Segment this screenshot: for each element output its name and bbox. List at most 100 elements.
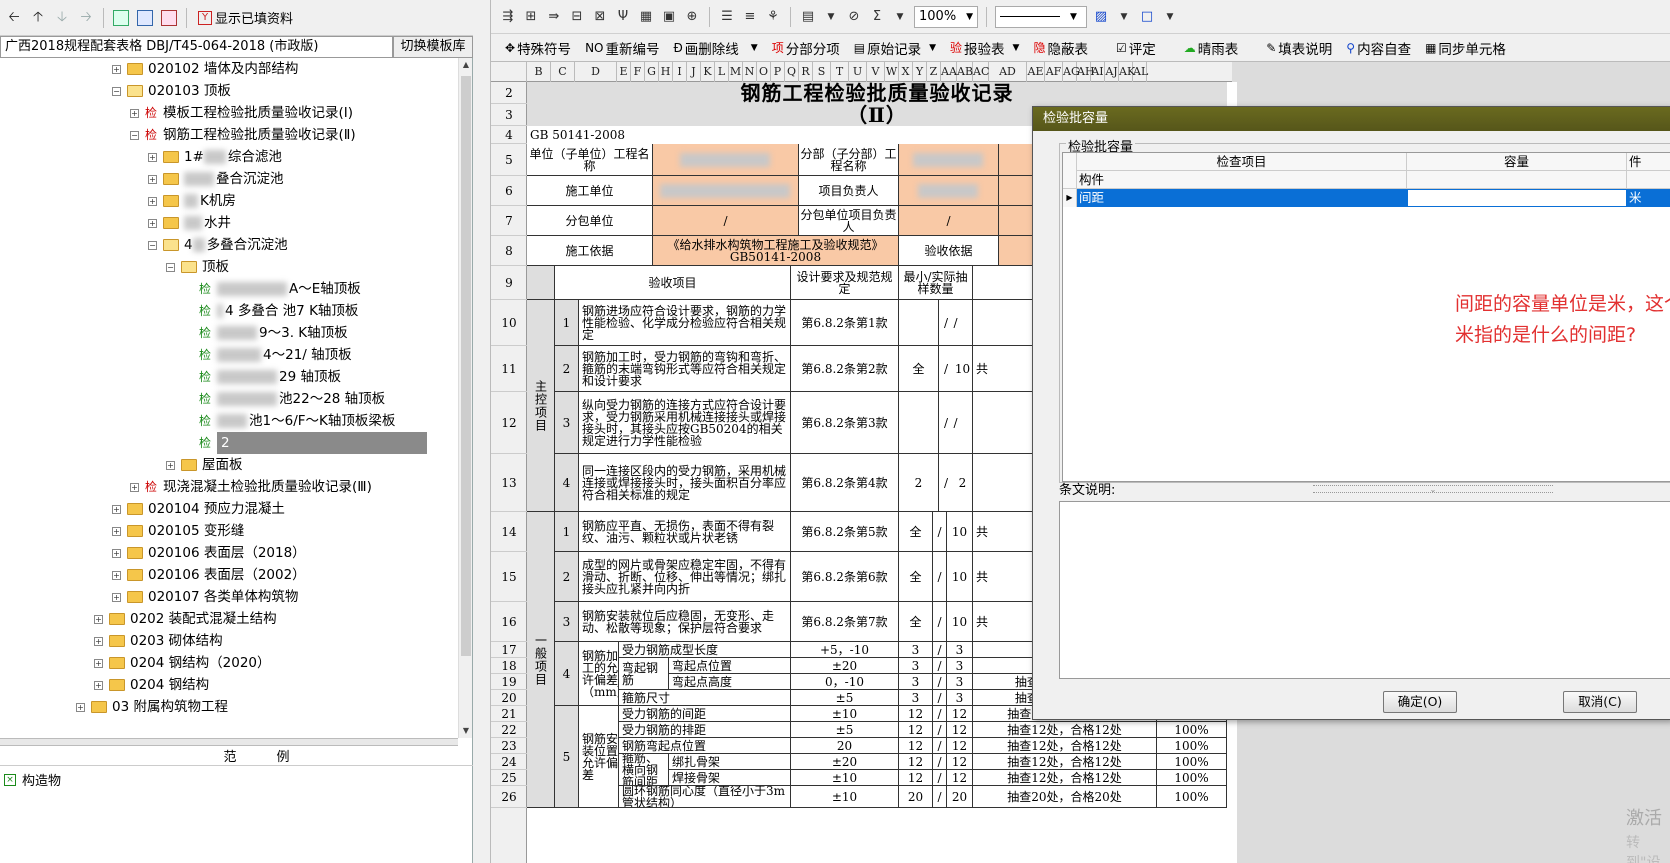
strikethrough-button[interactable]: Ð 画删除线 ▼ (673, 38, 757, 58)
row-header[interactable]: 4 (491, 126, 527, 144)
tree-node[interactable]: 检 4 多叠合 池7 K轴顶板 (184, 300, 358, 322)
column-header[interactable]: AL (1133, 62, 1148, 82)
corner-cell[interactable] (491, 62, 527, 82)
item-min[interactable] (899, 300, 939, 346)
dev-tolerance[interactable]: 20 (791, 738, 899, 754)
expand-icon[interactable]: + (166, 460, 175, 470)
dev-item[interactable]: 受力钢筋的间距 (619, 706, 791, 722)
row-header[interactable]: 7 (491, 206, 527, 236)
library-name-field[interactable]: 广西2018规程配套表格 DBJ/T45-064-2018 (市政版) (0, 36, 393, 58)
section-button[interactable]: 项分部分项 (772, 38, 840, 58)
copy-icon[interactable] (135, 7, 155, 29)
delete-table-icon[interactable] (159, 7, 179, 29)
dev-percent[interactable]: 100% (1157, 722, 1227, 738)
dev-sub[interactable]: 绑扎骨架 (669, 754, 791, 770)
save-icon[interactable]: ▣ (660, 8, 678, 26)
forward-arrow-icon[interactable]: 🡢 (76, 7, 96, 29)
tree-node[interactable]: 检 池1～6/F～K轴顶板梁板 (184, 410, 395, 432)
row-header[interactable]: 15 (491, 552, 527, 602)
item-text[interactable]: 钢筋安装就位后应稳固，无变形、走动、松散等现象；保护层符合要求 (579, 602, 791, 642)
tree-node[interactable]: 检 9～3. K轴顶板 (184, 322, 348, 344)
row-header[interactable]: 19 (491, 674, 527, 690)
tree-node[interactable]: − 020103 顶板 (112, 80, 231, 102)
row-header[interactable]: 6 (491, 176, 527, 206)
item-text[interactable]: 钢筋进场应符合设计要求，钢筋的力学性能检验、化学成分检验应符合相关规定 (579, 300, 791, 346)
item-no[interactable]: 2 (555, 346, 579, 392)
tree-node[interactable]: 检 4～21/ 轴顶板 (184, 344, 352, 366)
ok-button[interactable]: 确定(O) (1383, 691, 1457, 713)
row-header[interactable]: 3 (491, 104, 527, 126)
item-text[interactable]: 钢筋加工时，受力钢筋的弯钩和弯折、箍筋的末端弯钩形式等应符合相关规定和设计要求 (579, 346, 791, 392)
dev-result[interactable]: 抽查12处，合格12处 (973, 754, 1157, 770)
capacity-input[interactable] (1407, 189, 1627, 207)
label-cell[interactable]: 施工依据 (527, 236, 653, 266)
expand-icon[interactable]: + (130, 482, 139, 492)
expand-icon[interactable]: + (94, 636, 103, 646)
dev-min[interactable]: 3 (899, 658, 933, 674)
column-header[interactable]: AD (989, 62, 1027, 82)
row-header[interactable]: 9 (491, 266, 527, 300)
col-cap-header[interactable]: 容量 (1407, 153, 1627, 171)
tree-node[interactable]: − 顶板 (166, 256, 229, 278)
dev-act[interactable]: 20 (947, 786, 973, 808)
line-style-select[interactable]: ▼ (995, 5, 1087, 28)
row-header[interactable]: 26 (491, 786, 527, 808)
dev-tolerance[interactable]: +5，-10 (791, 642, 899, 658)
tree-node[interactable]: 检 A～E轴顶板 (184, 278, 361, 300)
hidden-table-button[interactable]: 隐隐蔽表 (1033, 38, 1088, 58)
dev-min[interactable]: 3 (899, 690, 933, 706)
dev-min[interactable]: 12 (899, 770, 933, 786)
tree-node[interactable]: + 水井 (148, 212, 231, 234)
merge-icon[interactable]: ⊟ (568, 8, 586, 26)
paragraph-icon[interactable]: ≡ (741, 8, 759, 26)
dev-tolerance[interactable]: 0，-10 (791, 674, 899, 690)
expand-icon[interactable]: + (148, 218, 157, 228)
item-clause[interactable]: 第6.8.2条第7款 (791, 602, 899, 642)
tree-node[interactable]: − 检钢筋工程检验批质量验收记录(Ⅱ) (130, 124, 356, 146)
tree-node[interactable]: +0202 装配式混凝土结构 (94, 608, 277, 630)
column-header[interactable]: L (715, 62, 729, 82)
dev-result[interactable]: 抽查12处，合格12处 (973, 722, 1157, 738)
scroll-thumb[interactable] (461, 76, 471, 656)
label-cell[interactable]: 施工单位 (527, 176, 653, 206)
dev-min[interactable]: 12 (899, 722, 933, 738)
column-header[interactable]: C (551, 62, 575, 82)
row-header[interactable]: 11 (491, 346, 527, 392)
column-header[interactable]: H (659, 62, 673, 82)
column-header[interactable]: O (757, 62, 771, 82)
header-cell[interactable]: 设计要求及规范规定 (791, 266, 899, 300)
dev-act[interactable]: 3 (947, 658, 973, 674)
item-clause[interactable]: 第6.8.2条第3款 (791, 392, 899, 454)
table-icon[interactable] (111, 7, 131, 29)
item-no[interactable]: 5 (555, 706, 579, 808)
tree-node[interactable]: +1# 综合滤池 (148, 146, 282, 168)
formula-icon[interactable]: ⊘ (845, 8, 863, 26)
dev-item[interactable]: 圆环钢筋同心度（直径小于3m管状结构） (619, 786, 791, 808)
collapse-icon[interactable]: − (112, 86, 121, 96)
tree-node[interactable]: +03 附属构筑物工程 (76, 696, 228, 718)
special-char-button[interactable]: ✥ 特殊符号 (505, 38, 571, 58)
row-header[interactable]: 23 (491, 738, 527, 754)
item-text[interactable]: 成型的网片或骨架应稳定牢固，不得有滑动、折断、位移、伸出等情况；绑扎接头应扎紧并… (579, 552, 791, 602)
dev-slash[interactable]: / (933, 722, 947, 738)
tree-node[interactable]: +020107 各类单体构筑物 (112, 586, 298, 608)
capacity-grid[interactable]: 检查项目 容量 件 构件 ▶ 间距 米 间距的容量单位是米，这个米指的是什么的间… (1062, 152, 1670, 482)
fill-note-button[interactable]: ✎ 填表说明 (1266, 38, 1332, 58)
item-slash[interactable]: / (939, 346, 953, 392)
item-slash[interactable]: / (933, 602, 947, 642)
label-cell[interactable]: 项目负责人 (799, 176, 899, 206)
column-header[interactable]: T (831, 62, 849, 82)
expand-icon[interactable]: + (76, 702, 85, 712)
filter-cell-icon[interactable]: Ψ (614, 8, 632, 26)
row-header[interactable]: 13 (491, 454, 527, 512)
item-clause[interactable]: 第6.8.2条第5款 (791, 512, 899, 552)
dev-tolerance[interactable]: ±10 (791, 786, 899, 808)
dev-item[interactable]: 受力钢筋成型长度 (619, 642, 791, 658)
expand-icon[interactable]: + (148, 174, 157, 184)
item-act[interactable]: 10 (947, 552, 973, 602)
row-header[interactable]: 8 (491, 236, 527, 266)
expand-icon[interactable]: + (112, 592, 121, 602)
brush-icon[interactable]: ⚘ (764, 8, 782, 26)
column-header[interactable]: I (673, 62, 687, 82)
expand-icon[interactable]: + (148, 152, 157, 162)
